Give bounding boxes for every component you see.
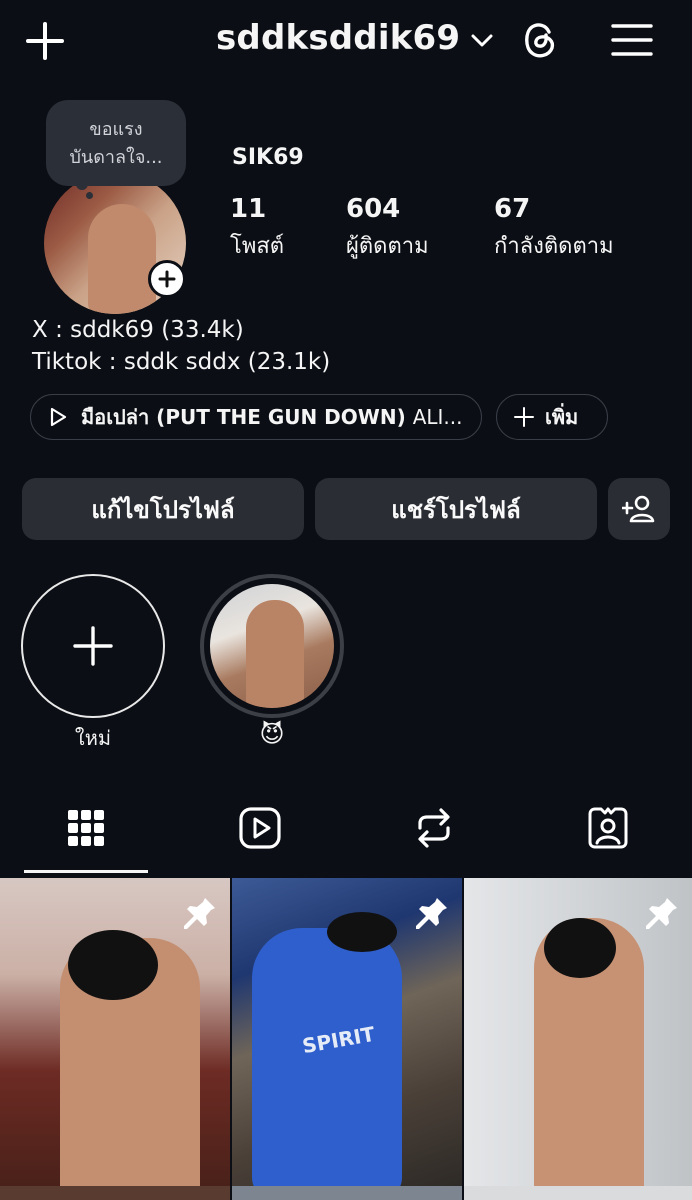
reels-icon (239, 807, 281, 849)
tab-reposts[interactable] (372, 800, 496, 856)
create-icon[interactable] (24, 20, 66, 62)
pin-icon (184, 895, 215, 929)
profile-avatar-wrapper[interactable] (44, 172, 186, 314)
tab-posts[interactable] (24, 800, 148, 856)
stat-following[interactable]: 67 กำลังติดตาม (494, 194, 614, 263)
stat-followers-label: ผู้ติดตาม (346, 234, 429, 259)
tab-tagged[interactable] (546, 800, 670, 856)
pin-icon (646, 895, 677, 929)
pin-icon (416, 895, 447, 929)
add-person-icon (622, 495, 655, 523)
post-thumbnail-partial[interactable] (0, 1186, 230, 1200)
stat-following-value: 67 (494, 194, 531, 224)
top-bar: sddksddik69 (0, 0, 692, 80)
tagged-icon (588, 807, 628, 849)
bio-line-tiktok: Tiktok : sddk sddx (23.1k) (32, 349, 331, 375)
note-bubble-tail-small (86, 192, 93, 199)
bio-line-x: X : sddk69 (33.4k) (32, 317, 244, 343)
edit-profile-button[interactable]: แก้ไขโปรไฟล์ (22, 478, 304, 540)
plus-icon (514, 407, 534, 427)
reposts-icon (418, 808, 450, 848)
tab-reels[interactable] (198, 800, 322, 856)
play-icon (50, 407, 67, 427)
post-thumbnail[interactable]: SPIRIT (232, 878, 462, 1200)
post-photo-detail (68, 930, 158, 1000)
note-text: ขอแรง บันดาลใจ... (69, 119, 163, 168)
menu-icon[interactable] (610, 20, 654, 60)
post-photo-subject (252, 928, 402, 1198)
music-pill[interactable]: มือเปล่า (PUT THE GUN DOWN) ALI... (30, 394, 482, 440)
post-thumbnail-partial[interactable] (464, 1186, 692, 1200)
music-title-wrap: มือเปล่า (PUT THE GUN DOWN) ALI... (81, 401, 463, 433)
plus-icon (73, 626, 113, 666)
display-name: SIK69 (232, 145, 304, 170)
chevron-down-icon[interactable] (470, 30, 494, 50)
post-thumbnail[interactable] (464, 878, 692, 1200)
stat-followers[interactable]: 604 ผู้ติดตาม (346, 194, 429, 263)
threads-icon[interactable] (518, 18, 562, 62)
discover-people-button[interactable] (608, 478, 670, 540)
username-title[interactable]: sddksddik69 (216, 18, 460, 58)
new-highlight-label: ใหม่ (74, 726, 112, 750)
add-more-label: เพิ่ม (545, 405, 579, 429)
bio: X : sddk69 (33.4k) Tiktok : sddk sddx (2… (32, 314, 330, 378)
post-photo-detail (544, 918, 616, 978)
post-thumbnail-partial[interactable] (232, 1186, 462, 1200)
highlight-item[interactable] (200, 574, 344, 718)
active-tab-indicator (24, 870, 148, 873)
highlight-label: 😈 (259, 720, 285, 748)
post-thumbnail[interactable] (0, 878, 230, 1200)
new-highlight-button[interactable] (21, 574, 165, 718)
stat-posts-value: 11 (230, 194, 267, 224)
stat-following-label: กำลังติดตาม (494, 234, 614, 259)
stat-posts-label: โพสต์ (230, 234, 285, 259)
note-bubble[interactable]: ขอแรง บันดาลใจ... (46, 100, 186, 186)
highlight-cover (210, 584, 334, 708)
grid-icon (68, 810, 104, 846)
add-story-icon[interactable] (148, 260, 186, 298)
stat-posts[interactable]: 11 โพสต์ (230, 194, 284, 263)
music-artist: ALI... (412, 405, 463, 429)
music-title: มือเปล่า (PUT THE GUN DOWN) (81, 405, 406, 429)
share-profile-button[interactable]: แชร์โปรไฟล์ (315, 478, 597, 540)
add-more-button[interactable]: เพิ่ม (496, 394, 608, 440)
post-photo-detail (327, 912, 397, 952)
stat-followers-value: 604 (346, 194, 401, 224)
